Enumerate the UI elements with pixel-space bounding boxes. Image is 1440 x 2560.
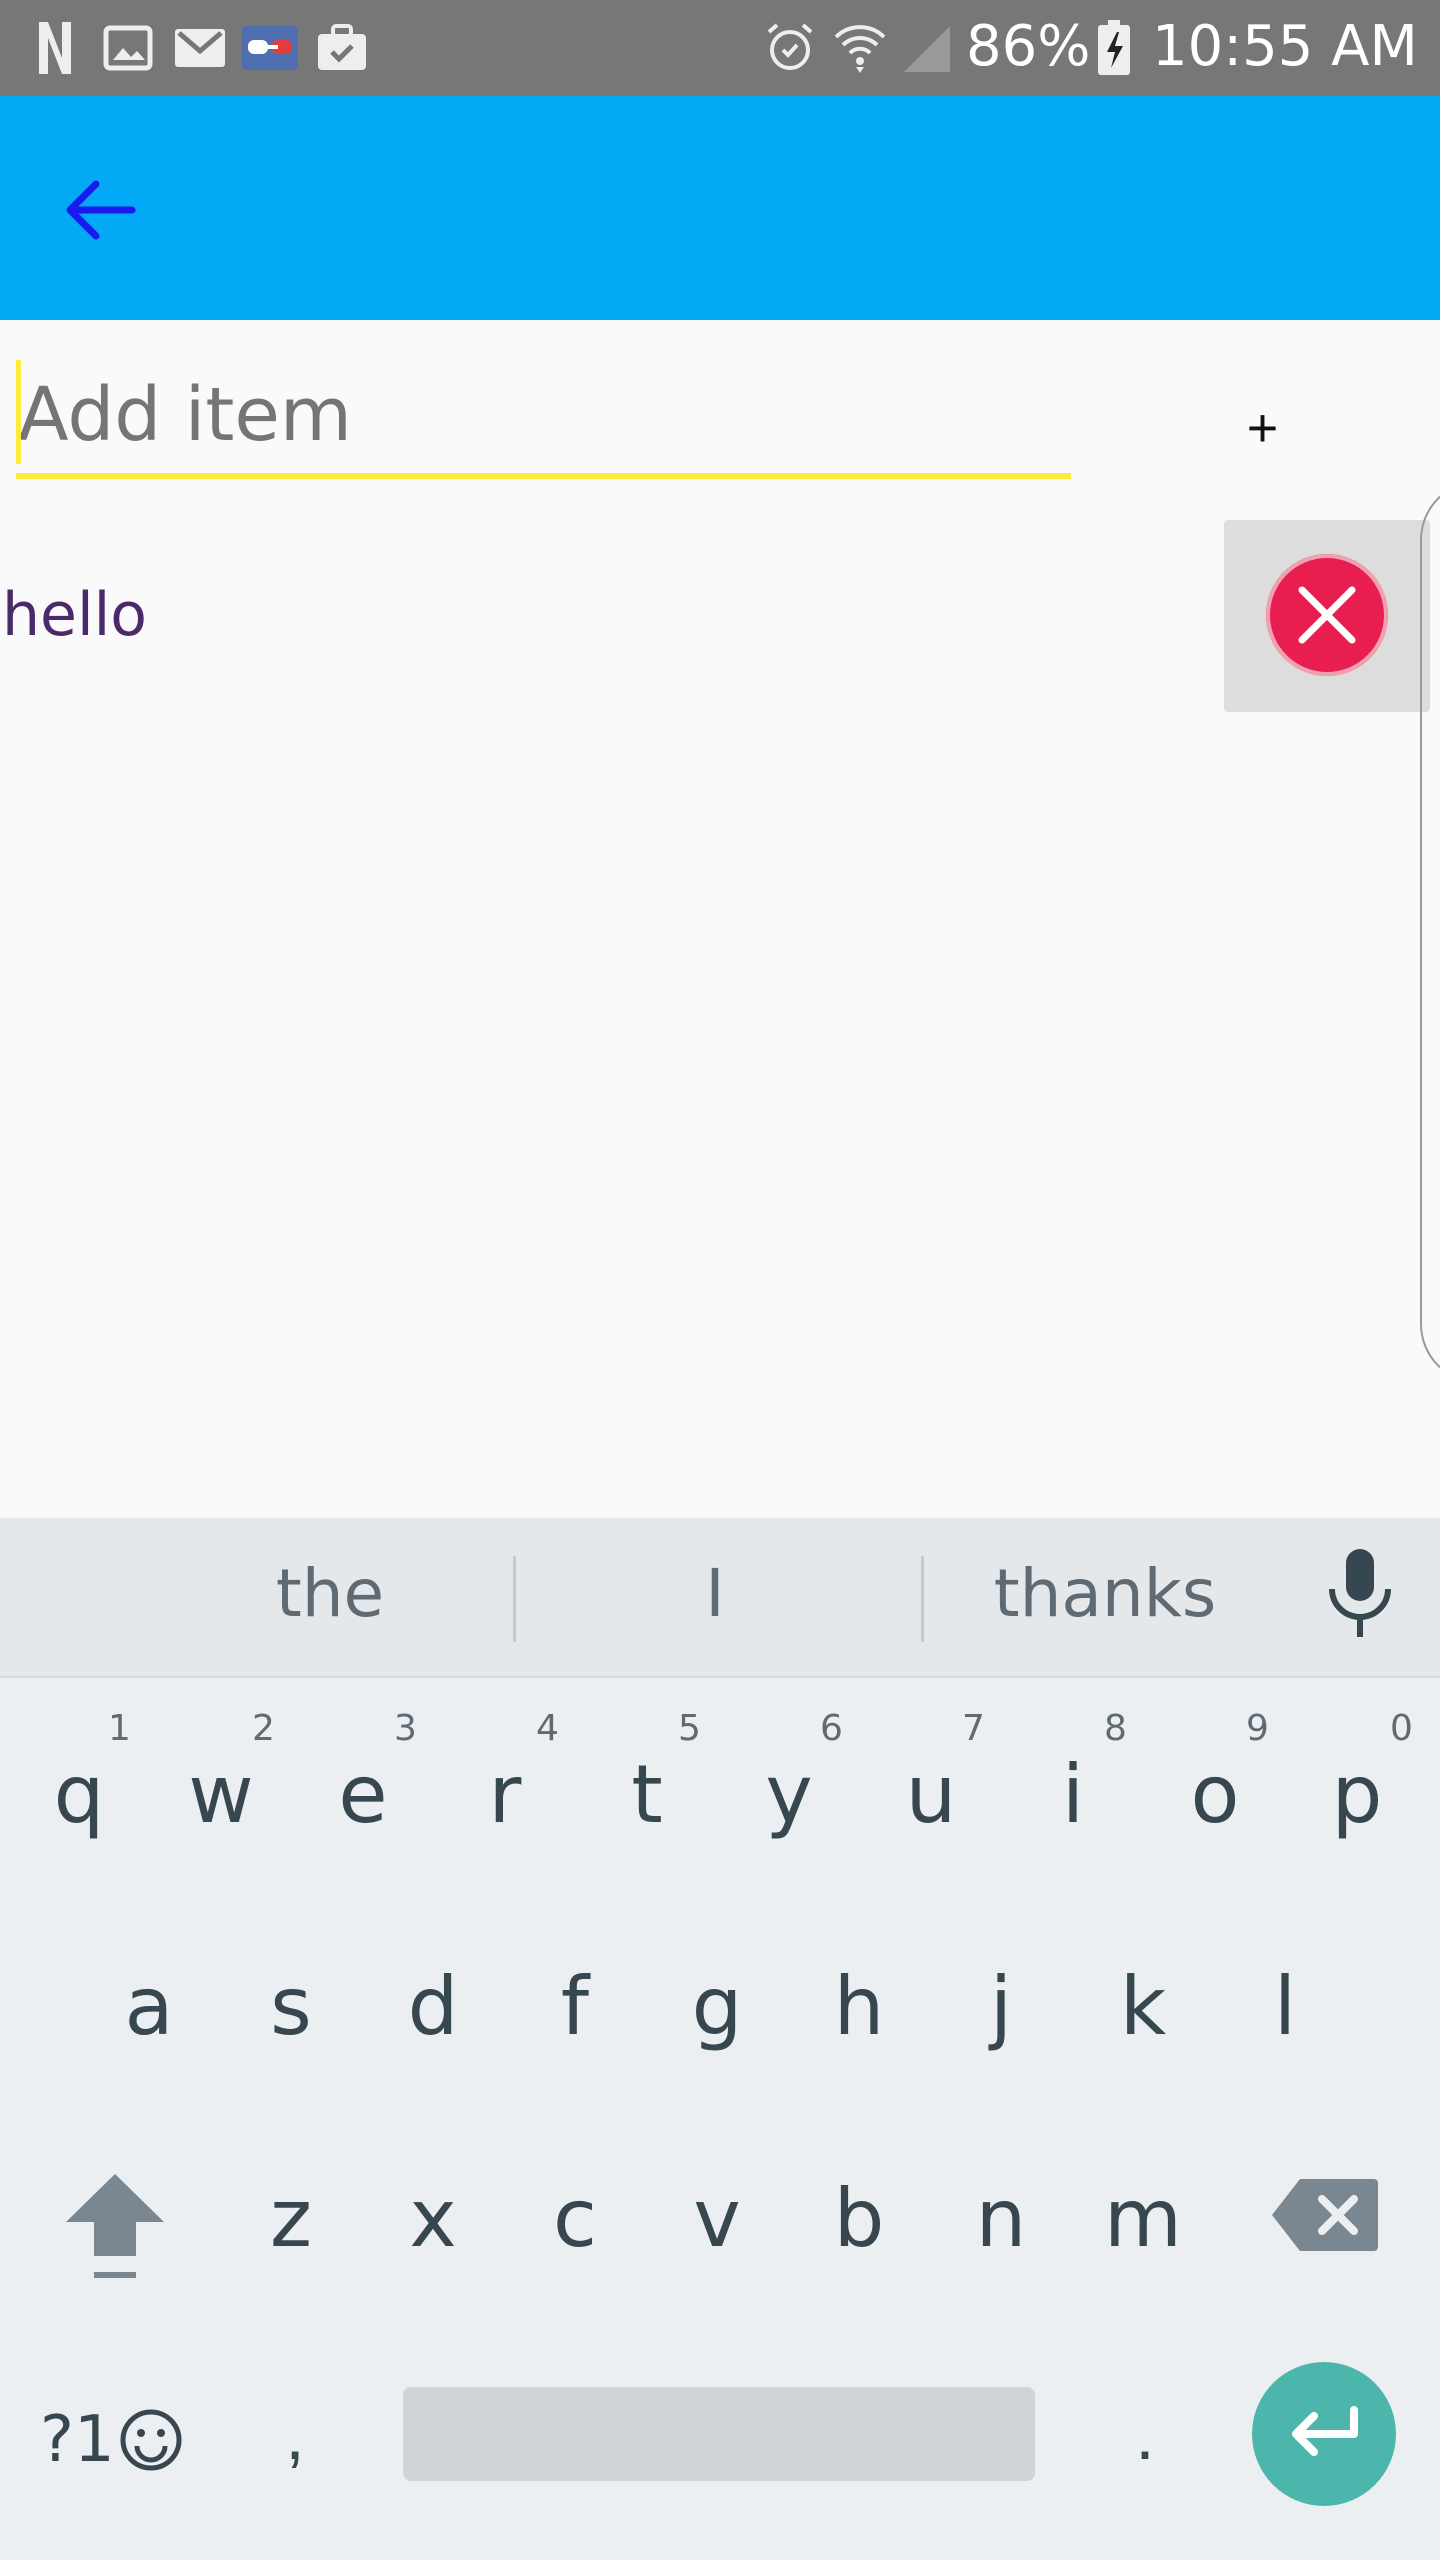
enter-icon [1292,2406,1358,2456]
text-caret [16,360,21,464]
shift-icon [66,2174,164,2278]
enter-key[interactable] [1252,2362,1396,2506]
key-m[interactable]: m [1072,2144,1214,2294]
key-hint: 4 [536,1708,559,1749]
suggestion-divider [921,1556,924,1642]
comma-key[interactable]: , [250,2395,340,2495]
key-h[interactable]: h [788,1932,930,2082]
symbols-label: ?1 [40,2403,115,2477]
key-c[interactable]: c [504,2144,646,2294]
alarm-icon [762,18,818,78]
add-item-input[interactable] [18,360,1068,470]
add-button[interactable]: + [1220,385,1305,470]
gmail-icon [170,18,230,78]
emoji-icon [120,2409,182,2471]
key-n[interactable]: n [930,2144,1072,2294]
app-bar [0,96,1440,320]
delete-item-button[interactable] [1224,520,1430,712]
gallery-icon [100,18,156,78]
key-hint: 2 [252,1708,275,1749]
netflix-icon [30,18,80,78]
key-d[interactable]: d [362,1932,504,2082]
key-hint: 5 [678,1708,701,1749]
period-key[interactable]: . [1100,2395,1190,2495]
microphone-icon[interactable] [1322,1545,1398,1645]
backspace-key[interactable] [1270,2175,1380,2255]
key-f[interactable]: f [504,1932,646,2082]
key-v[interactable]: v [646,2144,788,2294]
wifi-icon [830,18,890,78]
key-g[interactable]: g [646,1932,788,2082]
clock-time: 10:55 AM [1152,14,1418,79]
suggestion-thanks[interactable]: thanks [980,1555,1230,1632]
key-hint: 7 [962,1708,985,1749]
key-z[interactable]: z [220,2144,362,2294]
battery-charging-icon [1092,18,1136,78]
shift-key[interactable] [50,2160,180,2300]
suggestion-the[interactable]: the [230,1555,430,1632]
key-j[interactable]: j [930,1932,1072,2082]
symbols-key[interactable]: ?1 [40,2395,190,2485]
arrow-left-icon [66,180,136,240]
input-underline [16,473,1071,479]
status-bar: 86% 10:55 AM [0,0,1440,96]
space-key[interactable] [403,2387,1035,2481]
key-hint: 8 [1104,1708,1127,1749]
key-s[interactable]: s [220,1932,362,2082]
key-hint: 0 [1390,1708,1413,1749]
key-k[interactable]: k [1072,1932,1214,2082]
battery-percent: 86% [966,14,1091,79]
key-b[interactable]: b [788,2144,930,2294]
close-circle-icon [1266,554,1388,676]
backspace-icon [1272,2179,1378,2251]
suggestion-i[interactable]: I [675,1555,755,1632]
key-hint: 3 [394,1708,417,1749]
screen-edge-panel [1420,480,1440,1384]
key-hint: 1 [108,1708,131,1749]
key-x[interactable]: x [362,2144,504,2294]
briefcase-icon [314,18,370,78]
suggestion-divider [513,1556,516,1642]
key-l[interactable]: l [1214,1932,1356,2082]
goggles-icon [242,18,298,78]
back-button[interactable] [50,160,150,260]
key-hint: 6 [820,1708,843,1749]
key-hint: 9 [1246,1708,1269,1749]
key-a[interactable]: a [78,1932,220,2082]
list-item-label: hello [2,580,147,650]
signal-icon [896,18,956,78]
